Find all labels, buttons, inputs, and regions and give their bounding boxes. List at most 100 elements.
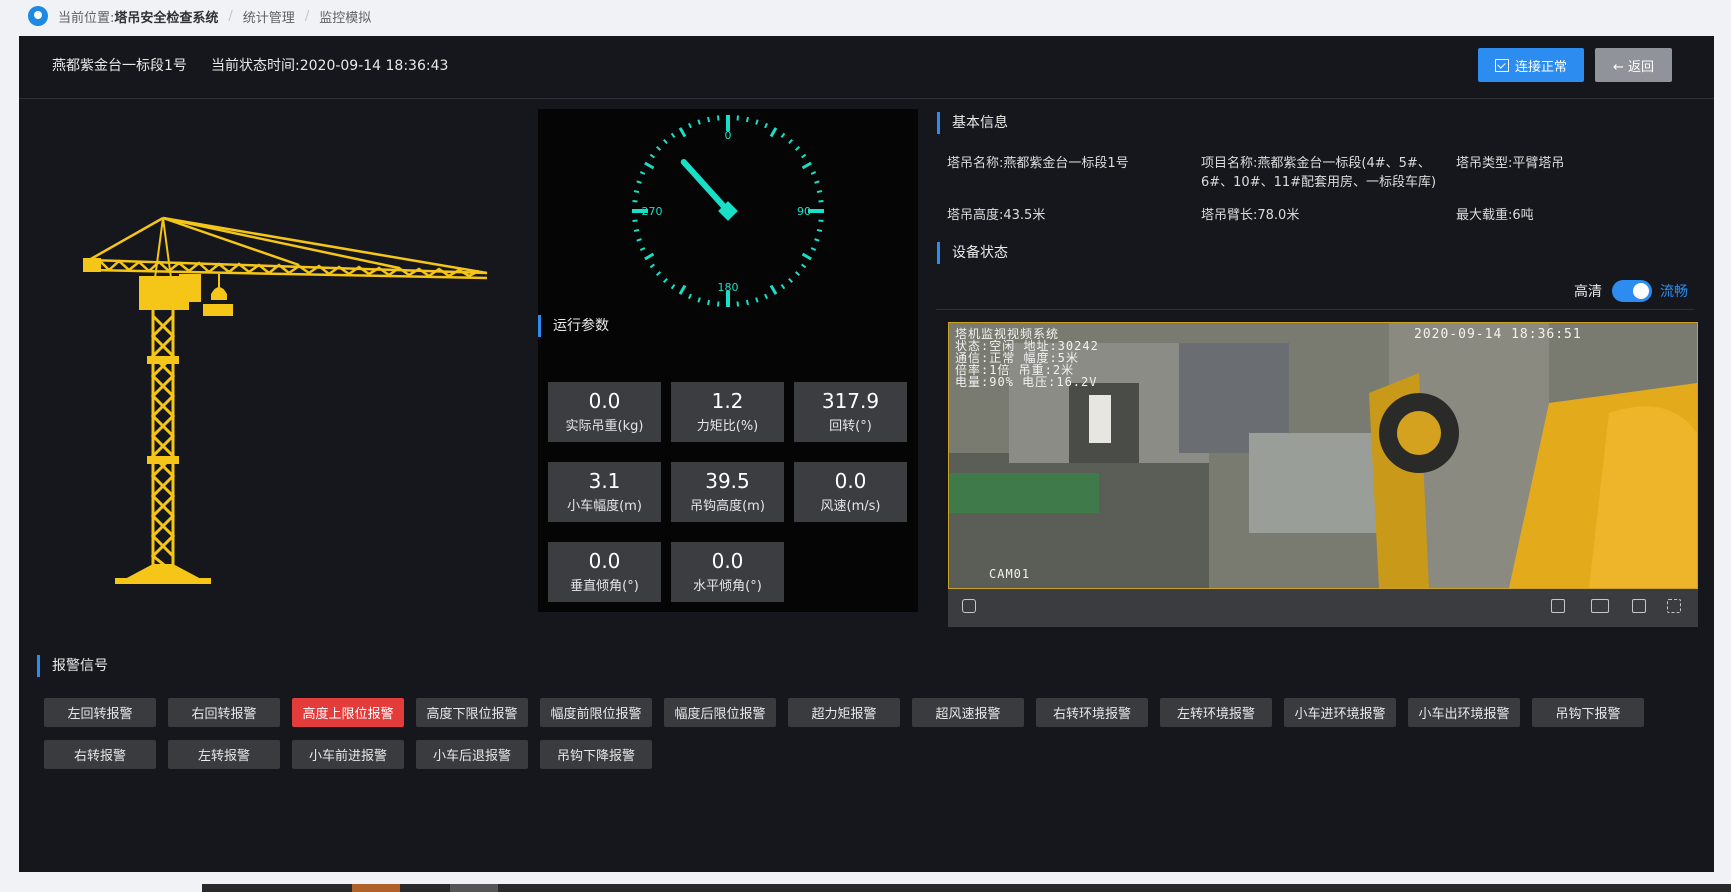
video-timestamp: 2020-09-14 18:36:51 (1414, 327, 1582, 342)
gauge-tick (814, 238, 820, 242)
quality-toggle[interactable] (1612, 280, 1652, 302)
gauge-label-0: 0 (725, 129, 732, 142)
gauge-panel: 0 90 180 270 运行参数 0.0 实际吊重(kg) 1.2 力矩比(%) … (538, 109, 918, 612)
gauge-tick (745, 299, 749, 306)
gauge-tick (633, 190, 640, 194)
gauge-tick (670, 284, 676, 290)
breadcrumb-item-stats[interactable]: 统计管理 (243, 7, 295, 26)
breadcrumb-label: 当前位置: (58, 10, 115, 26)
alarm-button[interactable]: 幅度后限位报警 (664, 698, 776, 727)
alarm-button[interactable]: 左转环境报警 (1160, 698, 1272, 727)
divider (936, 309, 1694, 310)
gauge-tick (794, 271, 801, 276)
gauge-tick (801, 161, 812, 170)
gauge-tick (644, 161, 655, 170)
gauge-tick (755, 297, 759, 303)
gauge-tick (649, 153, 655, 159)
gauge-tick (736, 301, 740, 307)
slewing-gauge: 0 90 180 270 (632, 115, 824, 307)
gauge-tick (780, 132, 786, 138)
video-cam-label: CAM01 (989, 567, 1031, 581)
alarm-button[interactable]: 右转环境报警 (1036, 698, 1148, 727)
gauge-tick (632, 219, 638, 223)
alarm-button[interactable]: 左回转报警 (44, 698, 156, 727)
layout-grid-icon[interactable] (1591, 599, 1609, 613)
gauge-tick (769, 127, 778, 138)
param-cell-slew: 317.9 回转(°) (794, 382, 907, 442)
alarm-button[interactable]: 吊钩下降报警 (540, 740, 652, 769)
gauge-tick (794, 146, 801, 151)
alarm-button[interactable]: 吊钩下报警 (1532, 698, 1644, 727)
monitor-panel: 燕都紫金台一标段1号 当前状态时间:2020-09-14 18:36:43 连接… (19, 36, 1714, 872)
basic-info-title: 基本信息 (937, 112, 1008, 134)
gauge-tick (764, 293, 768, 300)
location-icon (28, 6, 48, 26)
alarm-button[interactable]: 右转报警 (44, 740, 156, 769)
gauge-tick (697, 297, 701, 303)
gauge-tick (801, 252, 812, 261)
alarm-button[interactable]: 小车进环境报警 (1284, 698, 1396, 727)
video-toolbar (948, 589, 1698, 627)
smooth-label: 流畅 (1660, 284, 1688, 300)
param-cell-horizontal-tilt: 0.0 水平倾角(°) (671, 542, 784, 602)
camera-video[interactable]: 塔机监视视频系统 状态:空闲 地址:30242 通信:正常 幅度:5米 倍率:1… (948, 322, 1698, 589)
gauge-tick (716, 115, 720, 121)
gauge-tick (670, 132, 676, 138)
gauge-label-90: 90 (797, 205, 811, 218)
alarm-button[interactable]: 高度上限位报警 (292, 698, 404, 727)
gauge-tick (801, 153, 807, 159)
tower-crane-illustration (83, 216, 488, 584)
gauge-tick (818, 219, 824, 223)
run-params-title: 运行参数 (538, 315, 609, 337)
bottom-strip (0, 884, 1731, 892)
checkbox-icon (1494, 58, 1509, 72)
gauge-tick (655, 146, 662, 151)
breadcrumb-item-system[interactable]: 塔吊安全检查系统 (114, 7, 218, 26)
gauge-tick (707, 299, 711, 306)
alarm-button[interactable]: 右回转报警 (168, 698, 280, 727)
gauge-tick (678, 284, 687, 295)
gauge-tick (636, 238, 642, 242)
alarm-button[interactable]: 小车后退报警 (416, 740, 528, 769)
fit-screen-icon[interactable] (1632, 599, 1646, 613)
gauge-tick (764, 122, 768, 129)
gauge-tick (788, 277, 793, 284)
gauge-tick (678, 127, 687, 138)
copy-icon[interactable] (1551, 599, 1565, 613)
alarm-button[interactable]: 超力矩报警 (788, 698, 900, 727)
gauge-tick (707, 116, 711, 123)
breadcrumb: 当前位置: 塔吊安全检查系统 / 统计管理 / 监控模拟 (0, 0, 1731, 32)
alarm-button[interactable]: 小车前进报警 (292, 740, 404, 769)
info-arm-length: 塔吊臂长:78.0米 (1201, 208, 1300, 223)
gauge-tick (814, 180, 820, 184)
gauge-pointer (680, 159, 731, 214)
info-project-line2: 6#、10#、11#配套用房、一标段车库) (1201, 175, 1437, 190)
gauge-tick (639, 171, 646, 175)
fullscreen-icon[interactable] (1667, 599, 1681, 613)
param-cell-load: 0.0 实际吊重(kg) (548, 382, 661, 442)
connection-status-button[interactable]: 连接正常 (1478, 48, 1584, 82)
crane-title: 燕都紫金台一标段1号 (52, 58, 187, 74)
camera-icon[interactable] (962, 599, 976, 613)
back-button[interactable]: ← 返回 (1595, 48, 1672, 82)
gauge-tick (788, 138, 793, 145)
gauge-tick (636, 180, 642, 184)
param-cell-vertical-tilt: 0.0 垂直倾角(°) (548, 542, 661, 602)
alarm-button[interactable]: 超风速报警 (912, 698, 1024, 727)
gauge-tick (810, 171, 817, 175)
device-status-title: 设备状态 (937, 242, 1008, 264)
gauge-tick (780, 284, 786, 290)
video-overlay-line5: 电量:90% 电压:16.2V (955, 375, 1098, 389)
info-crane-name: 塔吊名称:燕都紫金台一标段1号 (947, 156, 1129, 171)
gauge-tick (736, 115, 740, 121)
gauge-tick (644, 252, 655, 261)
alarm-button[interactable]: 左转报警 (168, 740, 280, 769)
alarm-button[interactable]: 小车出环境报警 (1408, 698, 1520, 727)
status-time: 当前状态时间:2020-09-14 18:36:43 (211, 58, 449, 74)
gauge-tick (716, 301, 720, 307)
gauge-tick (801, 263, 807, 269)
alarm-button[interactable]: 幅度前限位报警 (540, 698, 652, 727)
gauge-tick (810, 247, 817, 251)
alarm-button[interactable]: 高度下限位报警 (416, 698, 528, 727)
gauge-tick (633, 228, 640, 232)
